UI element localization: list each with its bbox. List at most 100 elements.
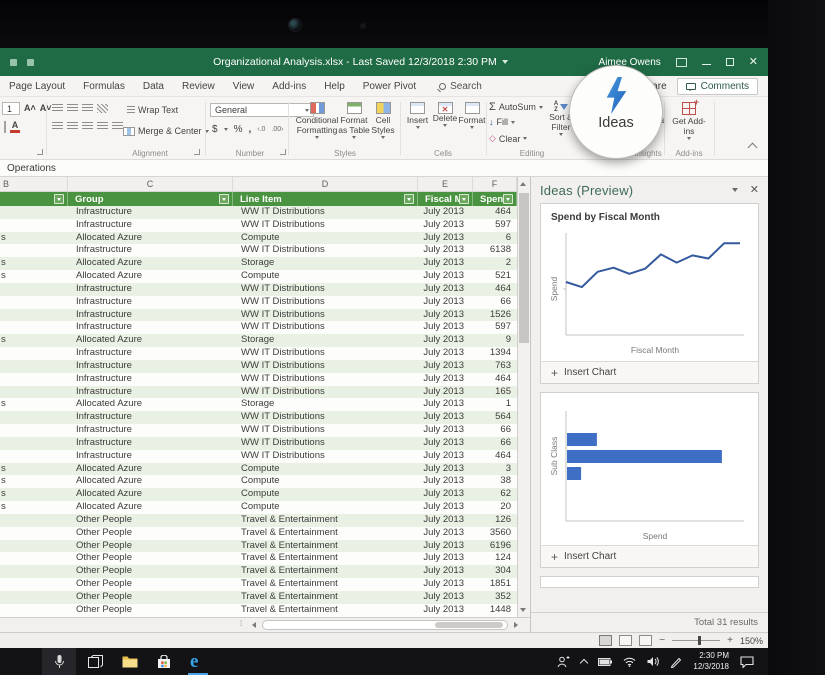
- cell-fiscal-month[interactable]: July 2013: [418, 591, 473, 604]
- font-dialog-launcher[interactable]: [37, 149, 43, 155]
- cell-fiscal-month[interactable]: July 2013: [418, 270, 473, 283]
- cell-group[interactable]: Allocated Azure: [68, 488, 233, 501]
- cell-fiscal-month[interactable]: July 2013: [418, 232, 473, 245]
- cell-fiscal-month[interactable]: July 2013: [418, 450, 473, 463]
- table-row[interactable]: sAllocated AzureComputeJuly 201362: [0, 488, 517, 501]
- cell-b[interactable]: [0, 283, 68, 296]
- cell-spend[interactable]: 1: [473, 398, 517, 411]
- table-row[interactable]: InfrastructureWW IT DistributionsJuly 20…: [0, 450, 517, 463]
- cell-line-item[interactable]: WW IT Distributions: [233, 244, 418, 257]
- tab-help[interactable]: Help: [315, 81, 354, 92]
- ideas-lens-callout[interactable]: Ideas: [569, 65, 663, 159]
- align-bottom-icon[interactable]: [82, 104, 93, 113]
- cell-line-item[interactable]: WW IT Distributions: [233, 360, 418, 373]
- cell-b[interactable]: [0, 437, 68, 450]
- qat-icon[interactable]: [10, 59, 17, 66]
- cell-group[interactable]: Allocated Azure: [68, 463, 233, 476]
- document-title[interactable]: Organizational Analysis.xlsx - Last Save…: [213, 56, 508, 68]
- merge-center-button[interactable]: Merge & Center: [123, 126, 209, 136]
- filter-button[interactable]: [219, 194, 229, 204]
- cell-spend[interactable]: 304: [473, 565, 517, 578]
- cell-b[interactable]: [0, 411, 68, 424]
- insert-cells-button[interactable]: Insert: [404, 102, 431, 129]
- cell-spend[interactable]: 3: [473, 463, 517, 476]
- vertical-scrollbar[interactable]: [517, 177, 530, 617]
- cell-spend[interactable]: 62: [473, 488, 517, 501]
- cell-b[interactable]: [0, 514, 68, 527]
- cell-group[interactable]: Allocated Azure: [68, 270, 233, 283]
- table-row[interactable]: InfrastructureWW IT DistributionsJuly 20…: [0, 283, 517, 296]
- cell-spend[interactable]: 464: [473, 450, 517, 463]
- cell-spend[interactable]: 1851: [473, 578, 517, 591]
- column-letter-F[interactable]: F: [473, 177, 517, 191]
- cell-b[interactable]: s: [0, 334, 68, 347]
- cell-group[interactable]: Other People: [68, 540, 233, 553]
- cell-b[interactable]: [0, 309, 68, 322]
- cell-spend[interactable]: 1448: [473, 604, 517, 617]
- tab-data[interactable]: Data: [134, 81, 173, 92]
- cell-line-item[interactable]: Compute: [233, 488, 418, 501]
- horizontal-scrollbar[interactable]: ⁞: [0, 617, 530, 632]
- cell-group[interactable]: Infrastructure: [68, 309, 233, 322]
- cell-line-item[interactable]: WW IT Distributions: [233, 424, 418, 437]
- cell-fiscal-month[interactable]: July 2013: [418, 540, 473, 553]
- cell-fiscal-month[interactable]: July 2013: [418, 565, 473, 578]
- zoom-in-button[interactable]: +: [727, 636, 733, 646]
- cell-fiscal-month[interactable]: July 2013: [418, 463, 473, 476]
- comments-button[interactable]: Comments: [677, 78, 758, 95]
- format-as-table-button[interactable]: Format as Table: [337, 102, 371, 139]
- cell-b[interactable]: [0, 296, 68, 309]
- cell-line-item[interactable]: Travel & Entertainment: [233, 591, 418, 604]
- cell-spend[interactable]: 20: [473, 501, 517, 514]
- cell-line-item[interactable]: Compute: [233, 501, 418, 514]
- cell-group[interactable]: Other People: [68, 514, 233, 527]
- cell-line-item[interactable]: Compute: [233, 475, 418, 488]
- decrease-indent-icon[interactable]: [97, 122, 108, 131]
- cell-group[interactable]: Other People: [68, 527, 233, 540]
- cell-b[interactable]: [0, 219, 68, 232]
- vertical-scroll-thumb[interactable]: [519, 193, 529, 343]
- table-row[interactable]: sAllocated AzureStorageJuly 20139: [0, 334, 517, 347]
- cell-line-item[interactable]: Compute: [233, 463, 418, 476]
- formula-bar[interactable]: Operations: [0, 160, 768, 177]
- cell-spend[interactable]: 6196: [473, 540, 517, 553]
- cell-spend[interactable]: 66: [473, 437, 517, 450]
- cell-spend[interactable]: 6: [473, 232, 517, 245]
- comma-style-button[interactable]: ,: [248, 124, 251, 135]
- cell-fiscal-month[interactable]: July 2013: [418, 296, 473, 309]
- cell-group[interactable]: Infrastructure: [68, 424, 233, 437]
- cell-group[interactable]: Infrastructure: [68, 347, 233, 360]
- cell-styles-button[interactable]: Cell Styles: [368, 102, 398, 139]
- font-color-button[interactable]: A: [10, 121, 20, 133]
- table-row[interactable]: InfrastructureWW IT DistributionsJuly 20…: [0, 347, 517, 360]
- table-row[interactable]: InfrastructureWW IT DistributionsJuly 20…: [0, 437, 517, 450]
- clear-button[interactable]: ◇Clear: [489, 133, 527, 144]
- cell-spend[interactable]: 165: [473, 386, 517, 399]
- cell-b[interactable]: [0, 244, 68, 257]
- qat-icon[interactable]: [27, 59, 34, 66]
- cell-fiscal-month[interactable]: July 2013: [418, 386, 473, 399]
- cell-b[interactable]: s: [0, 488, 68, 501]
- get-addins-button[interactable]: Get Add-ins: [669, 102, 709, 140]
- table-row[interactable]: InfrastructureWW IT DistributionsJuly 20…: [0, 424, 517, 437]
- cell-line-item[interactable]: Storage: [233, 257, 418, 270]
- tab-view[interactable]: View: [224, 81, 264, 92]
- zoom-level[interactable]: 150%: [740, 636, 763, 646]
- cell-group[interactable]: Infrastructure: [68, 360, 233, 373]
- table-row[interactable]: Other PeopleTravel & EntertainmentJuly 2…: [0, 591, 517, 604]
- align-center-icon[interactable]: [67, 122, 78, 131]
- fill-color-button[interactable]: [4, 122, 6, 132]
- cell-line-item[interactable]: Travel & Entertainment: [233, 604, 418, 617]
- cell-spend[interactable]: 2: [473, 257, 517, 270]
- cell-b[interactable]: [0, 347, 68, 360]
- cell-line-item[interactable]: Storage: [233, 334, 418, 347]
- table-row[interactable]: InfrastructureWW IT DistributionsJuly 20…: [0, 309, 517, 322]
- cell-fiscal-month[interactable]: July 2013: [418, 552, 473, 565]
- cell-fiscal-month[interactable]: July 2013: [418, 604, 473, 617]
- cell-b[interactable]: s: [0, 398, 68, 411]
- table-row[interactable]: InfrastructureWW IT DistributionsJuly 20…: [0, 411, 517, 424]
- cell-group[interactable]: Other People: [68, 565, 233, 578]
- column-letter-D[interactable]: D: [233, 177, 418, 191]
- table-row[interactable]: InfrastructureWW IT DistributionsJuly 20…: [0, 206, 517, 219]
- cell-group[interactable]: Allocated Azure: [68, 501, 233, 514]
